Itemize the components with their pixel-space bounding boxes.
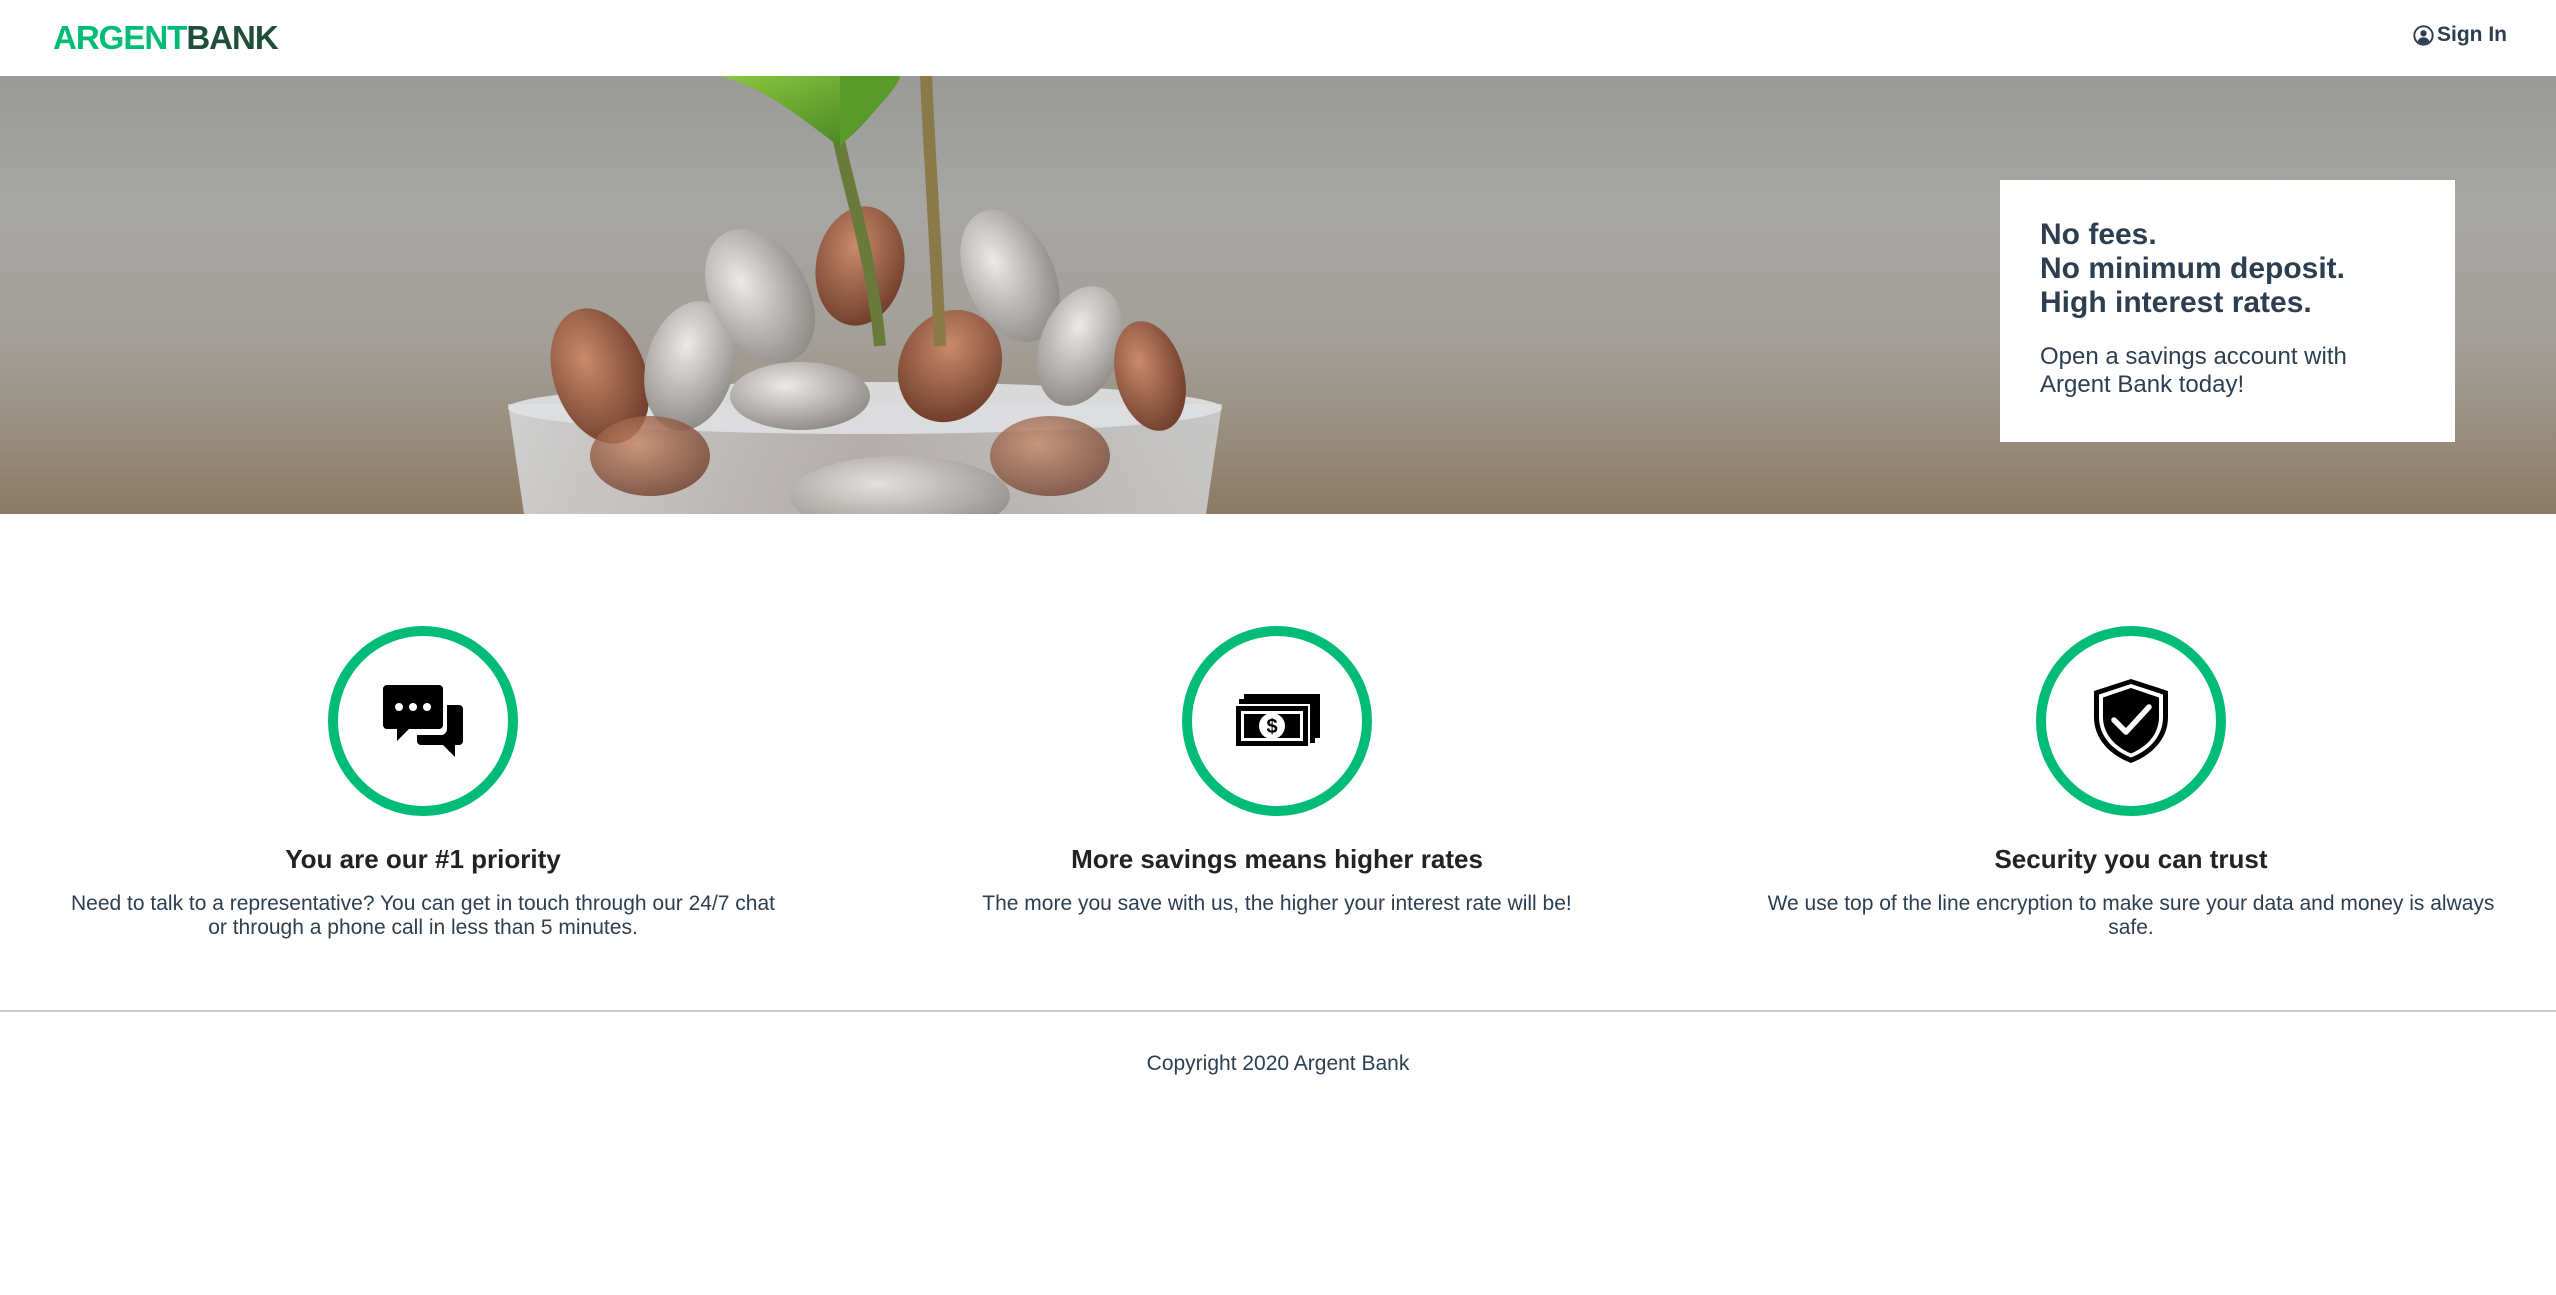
copyright-text: Copyright 2020 Argent Bank	[1146, 1052, 1410, 1075]
hero-subtitle-line: High interest rates.	[2040, 286, 2312, 319]
feature-icon-circle	[328, 626, 518, 816]
hero-subtitle: No fees. No minimum deposit. High intere…	[2040, 218, 2415, 320]
feature-item: Security you can trust We use top of the…	[1761, 626, 2501, 940]
main-nav: ARGENTBANK Sign In	[0, 0, 2556, 76]
hero-promo-card: No fees. No minimum deposit. High intere…	[2000, 180, 2455, 442]
hero-text: Open a savings account with Argent Bank …	[2040, 343, 2347, 398]
hero-subtitle-line: No fees.	[2040, 218, 2157, 251]
money-icon: $	[1234, 694, 1320, 748]
hero-subtitle-line: No minimum deposit.	[2040, 252, 2346, 285]
svg-text:$: $	[1266, 716, 1277, 738]
feature-item: $ More savings means higher rates The mo…	[907, 626, 1647, 916]
feature-title: Security you can trust	[1994, 844, 2268, 874]
logo-home-link[interactable]: ARGENTBANK	[53, 18, 279, 58]
logo-text-bank: BANK	[186, 19, 278, 56]
footer: Copyright 2020 Argent Bank	[0, 1010, 2556, 1076]
features-section: You are our #1 priority Need to talk to …	[0, 514, 2556, 1010]
hero-banner: No fees. No minimum deposit. High intere…	[0, 76, 2556, 514]
sign-in-label: Sign In	[2437, 23, 2507, 46]
feature-text: Need to talk to a representative? You ca…	[71, 892, 775, 939]
security-shield-icon	[2094, 679, 2168, 763]
feature-title: More savings means higher rates	[1071, 844, 1483, 874]
feature-text: The more you save with us, the higher yo…	[982, 892, 1572, 915]
logo-text-argent: ARGENT	[53, 19, 187, 56]
user-circle-icon	[2413, 24, 2434, 46]
sign-in-link[interactable]: Sign In	[2413, 23, 2507, 47]
feature-text: We use top of the line encryption to mak…	[1767, 892, 2495, 939]
feature-icon-circle: $	[1182, 626, 1372, 816]
chat-icon	[383, 685, 463, 757]
feature-title: You are our #1 priority	[285, 844, 561, 874]
feature-item: You are our #1 priority Need to talk to …	[53, 626, 793, 940]
feature-icon-circle	[2036, 626, 2226, 816]
